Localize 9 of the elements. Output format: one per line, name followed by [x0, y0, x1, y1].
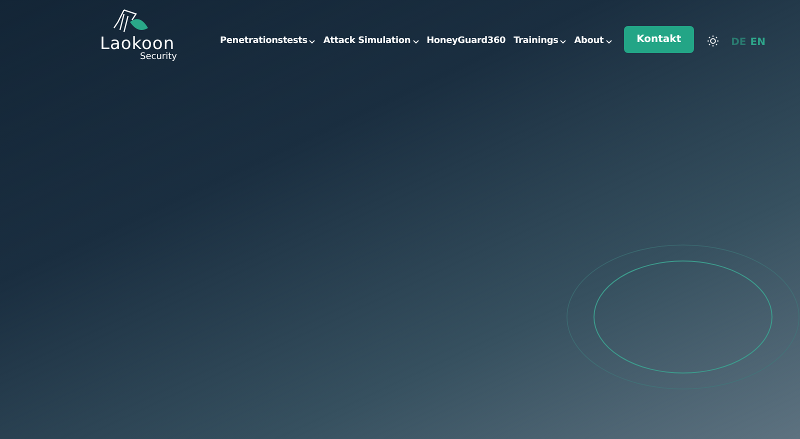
logo-name: Laokoon — [100, 36, 175, 53]
sun-icon[interactable] — [707, 35, 720, 47]
nav-link[interactable]: About — [574, 35, 612, 48]
language-option[interactable]: EN — [750, 35, 766, 50]
nav-link[interactable]: Penetrationstests — [220, 35, 316, 48]
nav-link[interactable]: Attack Simulation — [323, 35, 419, 48]
nav-link[interactable]: HoneyGuard360 — [426, 35, 506, 48]
nav-link[interactable]: Trainings — [514, 35, 566, 48]
logo-tagline: Security — [139, 53, 177, 62]
